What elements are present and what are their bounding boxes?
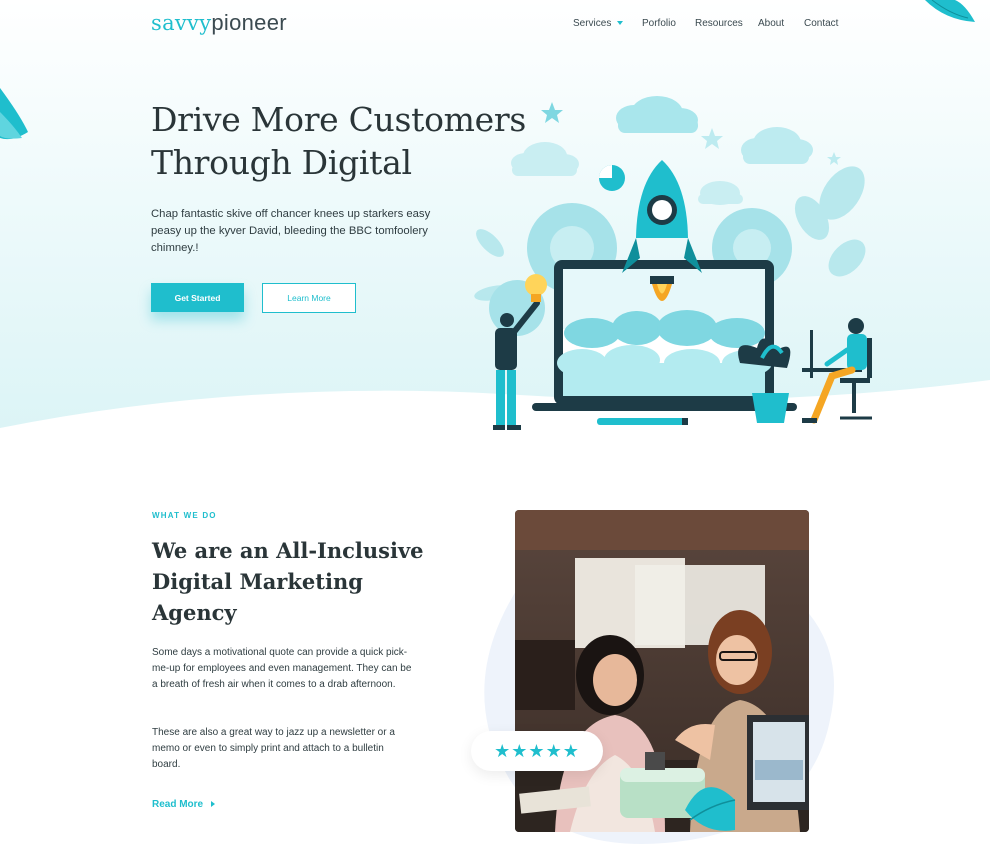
hero-illustration: [474, 96, 872, 430]
nav-item-porfolio[interactable]: Porfolio: [642, 18, 695, 29]
hero-description: Chap fantastic skive off chancer knees u…: [151, 208, 431, 254]
nav-item-contact[interactable]: Contact: [804, 18, 838, 29]
star-icon: [541, 102, 563, 123]
brand-logo[interactable]: savvypioneer: [151, 10, 287, 36]
section-eyebrow: WHAT WE DO: [152, 511, 217, 520]
nav-item-label: Services: [573, 18, 612, 29]
star-icon: ★★★★★: [494, 740, 580, 761]
brand-name-part1: savvy: [151, 11, 212, 35]
arrow-right-icon: [211, 801, 216, 808]
nav-item-about[interactable]: About: [758, 18, 804, 29]
chevron-down-icon: [617, 21, 624, 26]
rating-badge: ★★★★★: [471, 731, 603, 771]
hero-title-line2: Through Digital: [151, 143, 412, 182]
learn-more-button[interactable]: Learn More: [262, 283, 356, 313]
read-more-link[interactable]: Read More: [152, 799, 216, 810]
team-photo: [515, 510, 809, 832]
section-title: We are an All-Inclusive Digital Marketin…: [152, 538, 424, 625]
section-paragraph-2: These are also a great way to jazz up a …: [152, 727, 395, 770]
cloud-icon: [616, 96, 698, 133]
get-started-button[interactable]: Get Started: [151, 283, 244, 312]
nav-item-resources[interactable]: Resources: [695, 18, 758, 29]
brand-name-part2: pioneer: [211, 10, 287, 35]
nav-item-services[interactable]: Services: [573, 18, 642, 29]
read-more-label: Read More: [152, 799, 204, 810]
section-paragraph-1: Some days a motivational quote can provi…: [152, 647, 412, 690]
person-at-desk: [802, 318, 872, 424]
page: savvypioneer Services Porfolio Resources…: [0, 0, 990, 868]
main-nav: Services Porfolio Resources About Contac…: [573, 18, 838, 29]
lightbulb-icon: [525, 274, 547, 296]
leaf-photo-icon: [685, 787, 736, 831]
